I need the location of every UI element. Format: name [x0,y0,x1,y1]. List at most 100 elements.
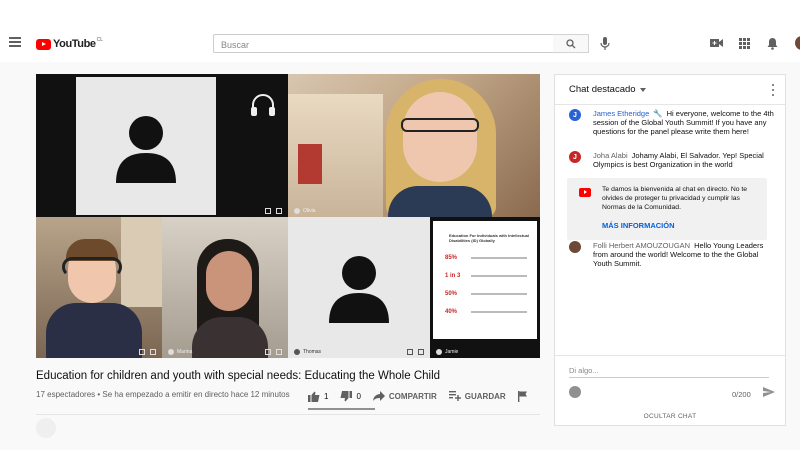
chat-message: J James Etheridge 🔧 Hi everyone, welcome t… [569,109,774,136]
participant-label: Jamie [436,349,458,355]
chat-header[interactable]: Chat destacado [555,75,785,105]
share-button[interactable]: COMPARTIR [372,391,437,401]
presentation-slide: Education For Individuals with Intellect… [433,221,537,339]
participant-shirt [46,303,142,358]
apps-grid-icon[interactable] [737,36,751,50]
participant-label: Olivia [294,208,316,214]
top-bar: YouTube CL [0,26,800,62]
participant-label: Thomas [294,349,321,355]
slide-stat: 85% [445,255,458,261]
glasses [401,118,479,132]
share-label: COMPARTIR [388,391,437,401]
report-button[interactable] [517,390,527,402]
bookshelf [121,217,162,307]
chat-welcome-notice: Te damos la bienvenida al chat en direct… [567,178,767,240]
participant-face [206,251,252,311]
microphone-icon[interactable] [599,36,611,51]
hide-chat-label: OCULTAR CHAT [643,412,697,420]
participant-shirt [192,317,268,358]
participant-tile-thomas: Thomas [288,217,430,358]
slide-text-line [471,311,527,313]
author-name[interactable]: Joha Alabi [593,151,628,160]
youtube-play-icon [36,38,51,50]
divider [36,414,540,415]
author-avatar[interactable]: J [569,151,581,163]
live-chat-panel: Chat destacado J James Etheridge 🔧 Hi ever… [554,74,786,426]
video-player[interactable]: Olivia Marina Thomas Education For Indiv… [36,74,540,358]
like-button[interactable]: 1 [308,391,328,402]
logo-text: YouTube [53,38,96,50]
like-count: 1 [324,391,329,401]
participant-label: Marina [168,349,192,355]
slide-text-line [471,257,527,259]
search-input[interactable] [214,36,553,54]
thumbs-down-icon [340,390,353,401]
participant-tile-jamie: Education For Individuals with Intellect… [430,217,540,358]
slide-stat: 50% [445,291,458,297]
headphones-icon [251,94,275,116]
participant-tile-empty [36,74,288,217]
participant-face [403,92,477,182]
participant-tile-boy [36,217,162,358]
search-box[interactable] [213,34,554,54]
message-body: James Etheridge 🔧 Hi everyone, welcome to … [593,109,774,136]
dislike-button[interactable]: 0 [340,390,361,402]
poster-decoration [298,144,322,184]
playlist-add-icon [448,391,461,401]
more-options-icon[interactable] [772,84,775,96]
video-title: Education for children and youth with sp… [36,370,441,382]
participant-tile-olivia: Olivia [288,74,540,217]
save-label: GUARDAR [464,391,506,401]
chat-message: Folli Herbert AMOUZOUGAN Hello Young Lead… [569,241,774,268]
tile-controls [407,349,424,355]
video-meta: 17 espectadores • Se ha empezado a emiti… [36,390,290,399]
author-name[interactable]: James Etheridge [593,109,649,118]
camera-off-panel [76,77,216,215]
save-button[interactable]: GUARDAR [448,391,506,401]
slide-text-line [471,275,527,277]
emoji-icon[interactable] [569,386,581,398]
video-actions: 1 0 COMPARTIR GUARDAR [308,388,527,404]
author-avatar[interactable]: J [569,109,581,121]
participant-shirt [388,186,492,217]
notifications-bell-icon[interactable] [765,36,779,50]
youtube-icon [579,188,591,197]
chevron-down-icon [639,87,646,92]
participant-tile-marina: Marina [162,217,288,358]
chat-mode-label: Chat destacado [569,84,636,95]
slide-stat: 40% [445,309,458,315]
more-info-link[interactable]: MÁS INFORMACIÓN [602,221,675,230]
search-icon [565,38,575,48]
char-counter: 0/200 [732,390,751,399]
channel-avatar[interactable] [36,418,56,438]
message-body: Joha Alabi Johamy Alabi, El Salvador. Yep… [593,151,774,169]
slide-text-line [471,293,527,295]
message-body: Folli Herbert AMOUZOUGAN Hello Young Lead… [593,241,774,268]
tile-controls [139,349,156,355]
slide-title: Education For Individuals with Intellect… [449,233,530,243]
author-name[interactable]: Folli Herbert AMOUZOUGAN [593,241,690,250]
country-code: CL [96,37,104,43]
like-ratio-bar [308,408,375,410]
notice-text: Te damos la bienvenida al chat en direct… [602,186,748,211]
chat-message-input[interactable] [569,364,769,378]
tile-controls [265,208,282,214]
dislike-count: 0 [356,391,361,401]
menu-icon[interactable] [9,37,21,47]
wrench-icon: 🔧 [653,109,663,118]
author-avatar[interactable] [569,241,581,253]
person-placeholder-icon [329,256,389,323]
thumbs-up-icon [308,391,320,402]
user-avatar[interactable] [795,36,800,50]
tile-controls [265,349,282,355]
slide-stat: 1 in 3 [445,273,461,279]
create-video-icon[interactable] [709,36,723,50]
person-placeholder-icon [116,116,176,183]
browser-top-strip [0,0,800,26]
chat-message: J Joha Alabi Johamy Alabi, El Salvador. Y… [569,151,774,169]
send-icon[interactable] [763,387,775,397]
flag-icon [517,390,527,402]
search-button[interactable] [553,34,589,53]
youtube-logo[interactable]: YouTube CL [36,36,103,52]
hide-chat-button[interactable]: OCULTAR CHAT [554,408,786,424]
